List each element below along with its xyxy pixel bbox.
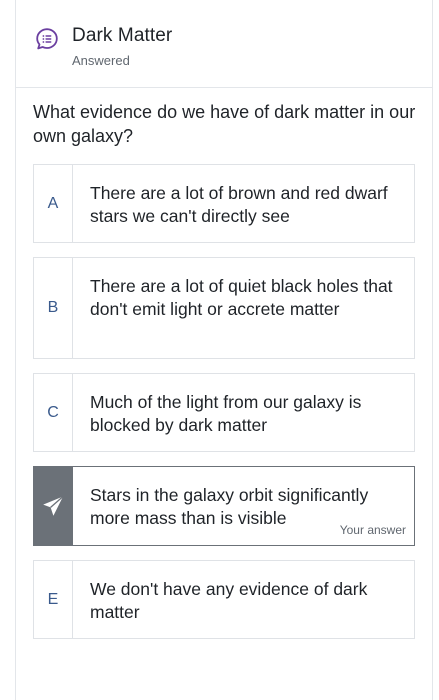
status-label: Answered xyxy=(72,53,130,68)
option-letter: C xyxy=(34,374,73,451)
option-selected-marker xyxy=(34,467,73,545)
answer-option-b[interactable]: B There are a lot of quiet black holes t… xyxy=(33,257,415,359)
option-text: There are a lot of quiet black holes tha… xyxy=(90,276,393,319)
option-text: Stars in the galaxy orbit significantly … xyxy=(90,485,369,528)
option-letter: E xyxy=(34,561,73,638)
quiz-header: Dark Matter Answered xyxy=(16,0,432,88)
answer-option-c[interactable]: C Much of the light from our galaxy is b… xyxy=(33,373,415,452)
answer-option-a[interactable]: A There are a lot of brown and red dwarf… xyxy=(33,164,415,243)
option-text: We don't have any evidence of dark matte… xyxy=(90,579,368,622)
paper-plane-icon xyxy=(43,496,64,516)
option-text: There are a lot of brown and red dwarf s… xyxy=(90,183,388,226)
option-text-container: Stars in the galaxy orbit significantly … xyxy=(73,467,414,545)
quiz-panel: Dark Matter Answered What evidence do we… xyxy=(15,0,433,700)
chat-list-icon xyxy=(36,28,58,50)
answer-option-d[interactable]: Stars in the galaxy orbit significantly … xyxy=(33,466,415,546)
your-answer-badge: Your answer xyxy=(339,523,406,537)
quiz-page: Dark Matter Answered What evidence do we… xyxy=(0,0,439,700)
answer-option-e[interactable]: E We don't have any evidence of dark mat… xyxy=(33,560,415,639)
option-letter: B xyxy=(34,258,73,358)
question-text: What evidence do we have of dark matter … xyxy=(33,102,416,146)
option-text: Much of the light from our galaxy is blo… xyxy=(90,392,362,435)
page-title: Dark Matter xyxy=(72,25,173,46)
option-letter: A xyxy=(34,165,73,242)
